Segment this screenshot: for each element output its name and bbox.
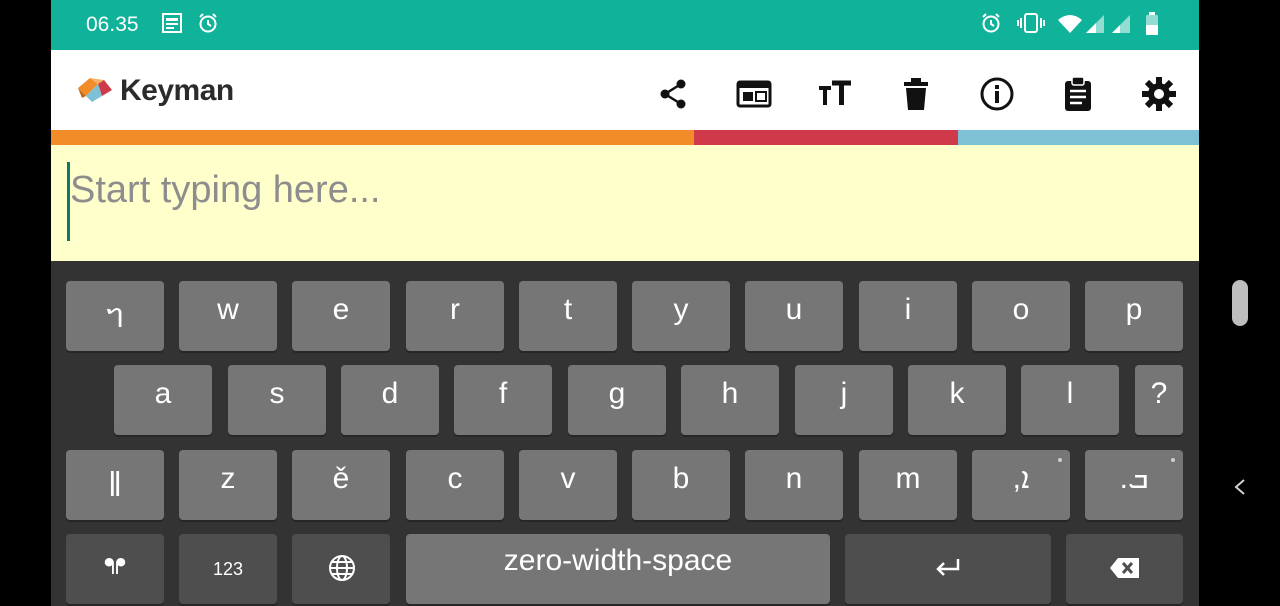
share-icon (660, 79, 686, 109)
text-editor[interactable]: Start typing here... (51, 145, 1199, 261)
key-comma[interactable]: ,ܐ (972, 450, 1070, 520)
globe-icon (328, 554, 356, 587)
text-size-icon (819, 80, 851, 105)
key-w[interactable]: w (179, 281, 277, 351)
key-h[interactable]: h (681, 365, 779, 435)
editor-placeholder: Start typing here... (70, 169, 381, 211)
status-time: 06.35 (86, 13, 139, 36)
key-backspace[interactable] (1066, 534, 1183, 604)
info-button[interactable] (975, 72, 1019, 116)
key-a[interactable]: a (114, 365, 212, 435)
app-bar: Keyman (51, 50, 1199, 130)
key-row3-1[interactable]: ǁ (66, 450, 164, 520)
key-switch-layer[interactable]: ᖳᖰ (66, 534, 164, 604)
share-button[interactable] (651, 72, 695, 116)
keyboard-picker-icon (736, 80, 772, 108)
wifi-icon (1057, 14, 1083, 39)
key-space[interactable]: zero-width-space (406, 534, 830, 604)
key-g[interactable]: g (568, 365, 666, 435)
key-p[interactable]: p (1085, 281, 1183, 351)
delete-icon (904, 78, 928, 110)
key-r[interactable]: r (406, 281, 504, 351)
key-numeric[interactable]: 123 (179, 534, 277, 604)
stripe-red (694, 130, 958, 145)
key-row1-1[interactable]: ᥐ (66, 281, 164, 351)
popup-indicator (1171, 458, 1175, 462)
brand-stripes (51, 130, 1199, 145)
stripe-blue (958, 130, 1199, 145)
clipboard-button[interactable] (1056, 72, 1100, 116)
key-z[interactable]: z (179, 450, 277, 520)
back-chevron-icon[interactable] (1226, 472, 1256, 502)
key-k[interactable]: k (908, 365, 1006, 435)
vibrate-icon (1016, 12, 1046, 39)
logo-text: Keyman (120, 74, 234, 107)
info-icon (980, 77, 1014, 111)
keyman-logo: Keyman (76, 74, 234, 108)
phone-screen: 06.35 Keyman Start typing here... ᥐ w e … (51, 0, 1199, 606)
delete-button[interactable] (894, 72, 938, 116)
alarm-icon (980, 12, 1002, 39)
key-s[interactable]: s (228, 365, 326, 435)
key-i[interactable]: i (859, 281, 957, 351)
clipboard-icon (1065, 76, 1091, 111)
scroll-handle[interactable] (1232, 280, 1248, 326)
key-c[interactable]: c (406, 450, 504, 520)
settings-button[interactable] (1137, 72, 1181, 116)
settings-icon (1142, 77, 1176, 111)
key-e-caron[interactable]: ě (292, 450, 390, 520)
keyboard-picker-button[interactable] (732, 72, 776, 116)
key-v[interactable]: v (519, 450, 617, 520)
key-enter[interactable] (845, 534, 1051, 604)
signal-icon (1111, 14, 1131, 39)
on-screen-keyboard: ᥐ w e r t y u i o p a s d f g h j k l ? … (51, 261, 1199, 606)
jazz-sim-icon (161, 12, 183, 39)
key-period[interactable]: .ܒ (1085, 450, 1183, 520)
key-e[interactable]: e (292, 281, 390, 351)
key-y[interactable]: y (632, 281, 730, 351)
stripe-orange (51, 130, 694, 145)
key-question[interactable]: ? (1135, 365, 1183, 435)
key-u[interactable]: u (745, 281, 843, 351)
backspace-icon (1109, 556, 1141, 585)
key-o[interactable]: o (972, 281, 1070, 351)
key-j[interactable]: j (795, 365, 893, 435)
text-size-button[interactable] (813, 72, 857, 116)
key-globe[interactable] (292, 534, 390, 604)
keyman-logo-icon (76, 74, 114, 109)
popup-indicator (1058, 458, 1062, 462)
key-t[interactable]: t (519, 281, 617, 351)
key-n[interactable]: n (745, 450, 843, 520)
key-l[interactable]: l (1021, 365, 1119, 435)
signal-icon (1085, 14, 1105, 39)
key-m[interactable]: m (859, 450, 957, 520)
alarm-icon (197, 12, 219, 39)
enter-icon (934, 556, 962, 585)
key-d[interactable]: d (341, 365, 439, 435)
battery-icon (1145, 12, 1159, 41)
status-bar: 06.35 (51, 0, 1199, 50)
key-f[interactable]: f (454, 365, 552, 435)
key-b[interactable]: b (632, 450, 730, 520)
